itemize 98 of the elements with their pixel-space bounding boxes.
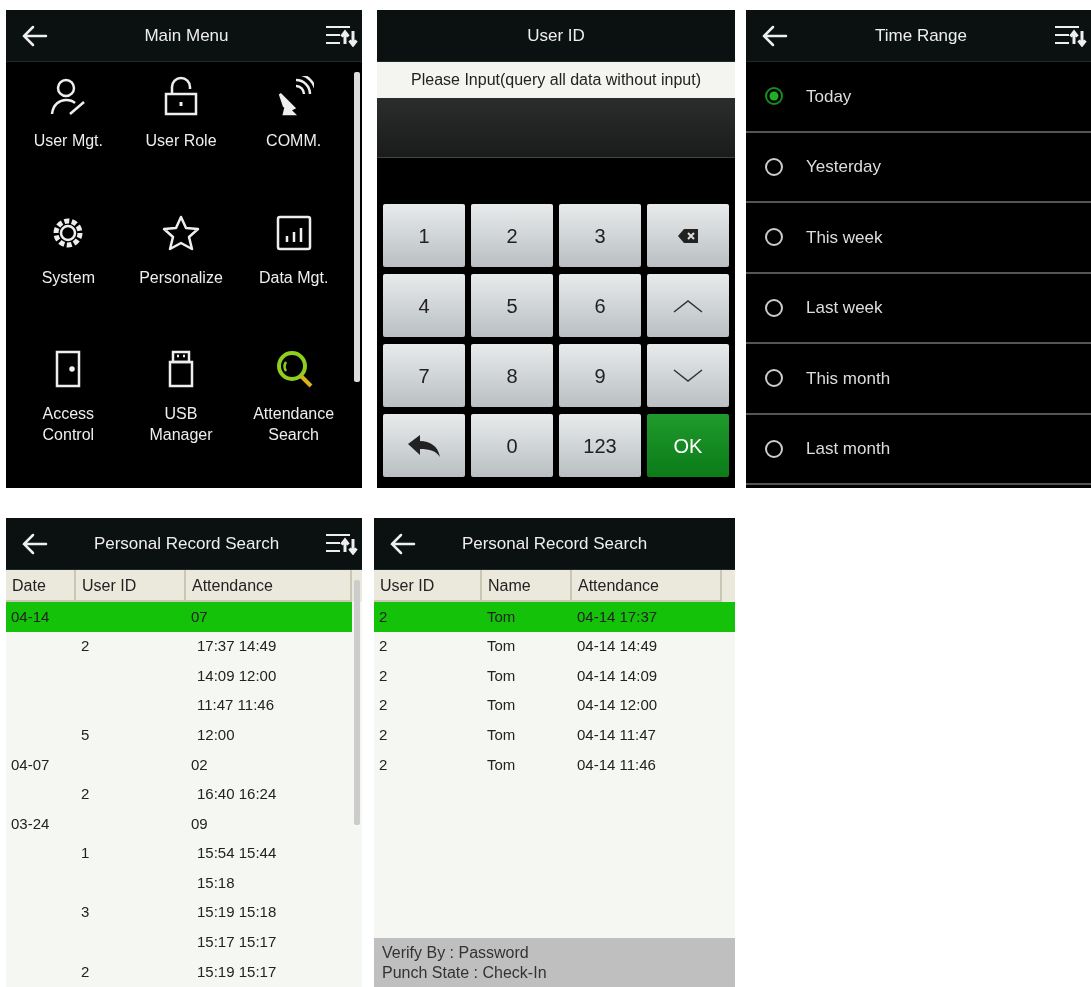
input-field[interactable]: [377, 98, 735, 158]
table-row[interactable]: 11:47 11:46: [6, 690, 352, 721]
sort-icon: [325, 532, 358, 555]
table-row[interactable]: 3 15:19 15:18: [6, 897, 352, 928]
table-cell-text: 09: [190, 813, 209, 834]
table-cell-text: 5: [80, 724, 91, 745]
table-cell-text: Tom: [486, 754, 517, 775]
screen-title: Main Menu: [143, 24, 230, 47]
keypad-key[interactable]: 4: [383, 274, 465, 337]
table-row[interactable]: 15:18: [6, 868, 352, 898]
return-arrow-icon: [408, 434, 440, 457]
table-cell-text: 15:17 15:17: [196, 932, 278, 953]
table-cell-text: 2: [80, 784, 91, 805]
table-cell-text: Tom: [486, 665, 517, 686]
status-text: Punch State : Check-In: [382, 963, 548, 983]
keypad-key[interactable]: 1: [383, 204, 465, 267]
keypad-key[interactable]: 123: [559, 414, 641, 477]
sort-icon: [1054, 24, 1087, 47]
table-cell-text: 3: [80, 902, 91, 923]
return-key[interactable]: [383, 414, 465, 477]
table-row[interactable]: 15:17 15:17: [6, 927, 352, 958]
table-cell-text: 04-07: [10, 754, 51, 775]
table-cell-text: 17:37 14:49: [196, 636, 278, 657]
table-row[interactable]: 5 12:00: [6, 720, 352, 750]
table-cell-text: 02: [190, 754, 209, 775]
table-row[interactable]: 2 Tom 04-14 11:46: [374, 749, 735, 780]
keypad-key[interactable]: 2: [471, 204, 553, 267]
table-cell-text: Tom: [486, 724, 517, 745]
table-cell-text: 2: [80, 961, 91, 982]
table-cell-text: 15:19 15:18: [196, 902, 278, 923]
screen-title: User ID: [526, 24, 586, 47]
table-cell-text: 04-14 11:46: [576, 754, 657, 775]
table-cell-text: 16:40 16:24: [196, 784, 278, 805]
table-cell-text: 2: [378, 606, 389, 627]
table-cell-text: 15:54 15:44: [196, 843, 278, 864]
table-row[interactable]: 2 Tom 04-14 12:00: [374, 690, 735, 721]
table-row[interactable]: 2 15:19 15:17: [6, 957, 352, 987]
table-cell-text: 04-14 17:37: [576, 606, 659, 627]
table-cell-text: 15:18: [196, 872, 236, 893]
keypad-key[interactable]: 5: [471, 274, 553, 337]
screen-title: Personal Record Search: [460, 532, 649, 555]
table-cell-text: 04-14 14:49: [576, 636, 659, 657]
table-cell-text: 04-14 12:00: [576, 695, 659, 716]
screen-title: Time Range: [874, 24, 968, 47]
menu-item[interactable]: Attendance Search: [237, 345, 350, 482]
table-row[interactable]: 14:09 12:00: [6, 661, 352, 691]
caret-up-icon: [673, 298, 703, 313]
menu-item[interactable]: User Mgt.: [12, 72, 125, 209]
table-row[interactable]: 2 Tom 04-14 14:49: [374, 631, 735, 662]
sort-icon: [325, 24, 358, 47]
table-cell-text: 11:47 11:46: [196, 695, 275, 716]
table-cell-text: 2: [378, 665, 389, 686]
table-cell-text: 2: [378, 724, 389, 745]
backspace-key[interactable]: [647, 204, 729, 267]
table-cell-text: 03-24: [10, 813, 51, 834]
backspace-icon: [678, 228, 698, 243]
table-cell-text: 15:19 15:17: [196, 961, 278, 982]
table-row[interactable]: 2 Tom 04-14 14:09: [374, 661, 735, 691]
table-cell-text: 04-14: [10, 606, 51, 627]
status-text: Verify By : Password: [382, 943, 530, 963]
table-cell-text: 2: [378, 636, 389, 657]
table-row[interactable]: 04-07 02: [6, 749, 352, 780]
menu-item[interactable]: USB Manager: [124, 345, 238, 482]
table-cell-text: 2: [80, 636, 91, 657]
menu-item[interactable]: Data Mgt.: [237, 208, 350, 346]
menu-item[interactable]: User Role: [124, 72, 238, 209]
keypad-key[interactable]: 7: [383, 344, 465, 407]
screen-title: Personal Record Search: [92, 532, 281, 555]
caret-down-icon: [673, 368, 703, 383]
table-row[interactable]: 2 16:40 16:24: [6, 779, 352, 810]
keypad-key[interactable]: 9: [559, 344, 641, 407]
table-row[interactable]: 2 Tom 04-14 11:47: [374, 720, 735, 750]
table-cell-text: Tom: [486, 695, 517, 716]
menu-item[interactable]: Personalize: [124, 208, 238, 346]
table-row[interactable]: 04-14 07: [6, 602, 352, 632]
menu-item[interactable]: COMM.: [237, 72, 350, 209]
table-cell-text: 14:09 12:00: [196, 665, 278, 686]
table-row[interactable]: 2 17:37 14:49: [6, 631, 352, 662]
table-row[interactable]: 1 15:54 15:44: [6, 838, 352, 869]
table-cell-text: Tom: [486, 606, 517, 627]
table-row[interactable]: 03-24 09: [6, 809, 352, 839]
table-row[interactable]: 2 Tom 04-14 17:37: [374, 602, 735, 632]
menu-item[interactable]: System: [12, 208, 125, 346]
keypad-key[interactable]: 8: [471, 344, 553, 407]
table-cell-text: 12:00: [196, 724, 236, 745]
table-cell-text: 04-14 14:09: [576, 665, 659, 686]
menu-item[interactable]: Access Control: [12, 345, 125, 482]
table-cell-text: 2: [378, 695, 389, 716]
table-cell-text: 1: [80, 843, 91, 864]
ok-button[interactable]: OK: [647, 414, 729, 477]
prompt-text: Please Input(query all data without input): [377, 62, 735, 98]
table-cell-text: Tom: [486, 636, 517, 657]
keypad-key[interactable]: 0: [471, 414, 553, 477]
table-cell-text: 2: [378, 754, 389, 775]
keypad-key[interactable]: 6: [559, 274, 641, 337]
table-cell-text: 07: [190, 606, 209, 627]
table-cell-text: 04-14 11:47: [576, 724, 657, 745]
keypad-key[interactable]: 3: [559, 204, 641, 267]
